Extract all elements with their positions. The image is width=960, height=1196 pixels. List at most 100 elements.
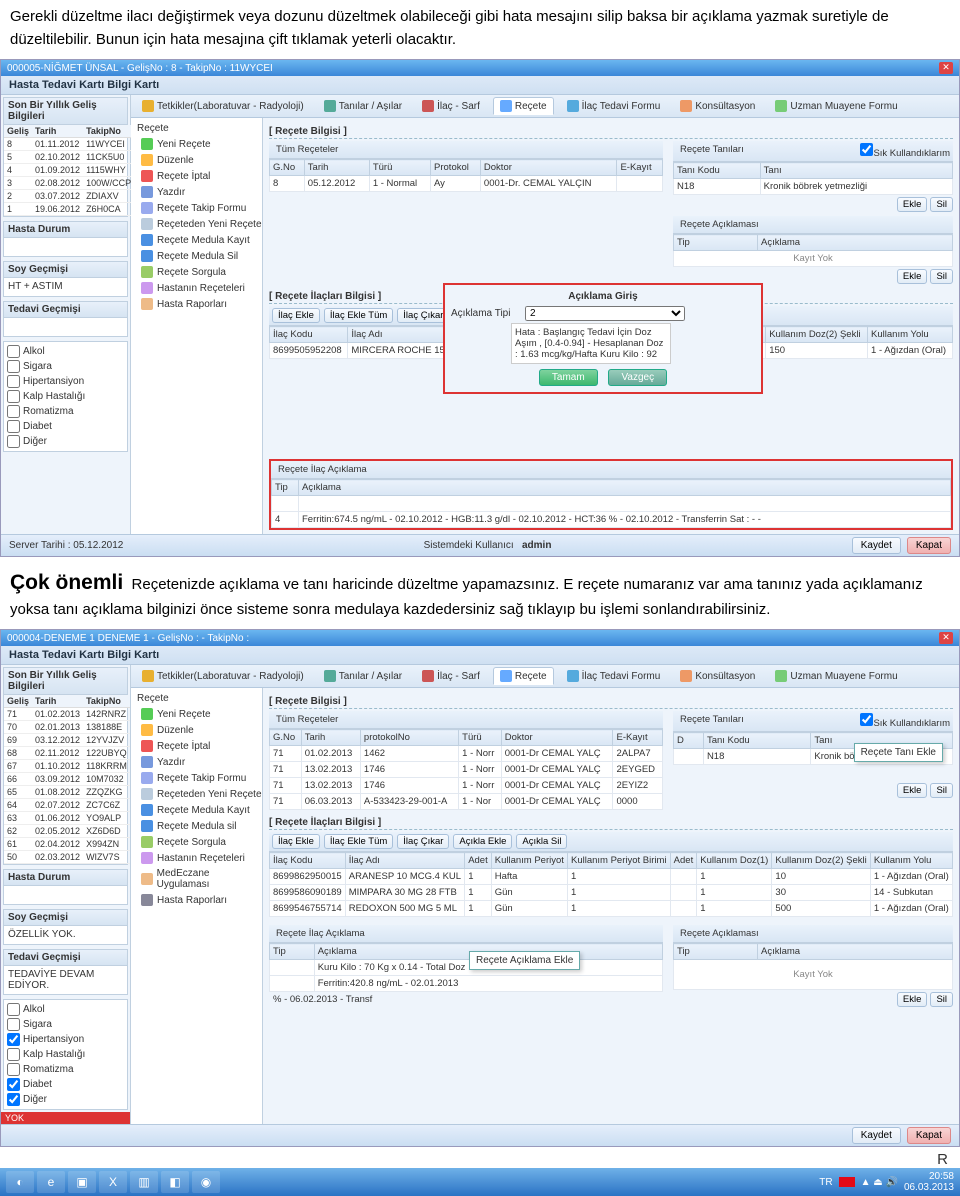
table-row[interactable]: 2Hata : Başlangıç Tedavi İçin Doz Aşım ,…: [272, 496, 951, 512]
table-row[interactable]: 6301.06.2012YO9ALP: [4, 812, 130, 825]
tree-item[interactable]: Reçete İptal: [141, 168, 262, 184]
excel-icon[interactable]: X: [99, 1171, 127, 1193]
toolbar-button[interactable]: İlaç Ekle: [272, 834, 320, 849]
table-row[interactable]: 6701.10.2012118KRRM: [4, 760, 130, 773]
archive-icon[interactable]: ▥: [130, 1171, 158, 1193]
table-row[interactable]: N18Kronik böbrek yetmezliği: [674, 179, 953, 195]
sil-button[interactable]: Sil: [930, 269, 953, 284]
risk-check-item[interactable]: Alkol: [7, 1002, 124, 1017]
ekle-button[interactable]: Ekle: [897, 269, 927, 284]
risk-check-item[interactable]: Sigara: [7, 359, 124, 374]
table-row[interactable]: 7002.01.2013138188E: [4, 721, 130, 734]
table-row[interactable]: 801.11.201211WYCEI: [4, 138, 134, 151]
sik-kullandiklarim-check[interactable]: Sık Kullandıklarım: [856, 713, 950, 729]
tab[interactable]: Tetkikler(Laboratuvar - Radyoloji): [135, 667, 311, 685]
ilac-grid[interactable]: İlaç Koduİlaç AdıAdetKullanım PeriyotKul…: [269, 852, 953, 917]
tree-item[interactable]: Reçete İptal: [141, 738, 262, 754]
table-row[interactable]: 6402.07.2012ZC7C6Z: [4, 799, 130, 812]
kapat-button[interactable]: Kapat: [907, 1127, 951, 1144]
tree-item[interactable]: Hastanın Reçeteleri: [141, 280, 262, 296]
risk-check-item[interactable]: Kalp Hastalığı: [7, 389, 124, 404]
sil-button[interactable]: Sil: [930, 992, 953, 1007]
tab[interactable]: İlaç - Sarf: [415, 667, 487, 685]
table-row[interactable]: 7106.03.2013A-533423-29-001-A1 - Nor0001…: [270, 794, 663, 810]
risk-checklist[interactable]: AlkolSigaraHipertansiyonKalp HastalığıRo…: [4, 1000, 127, 1109]
table-row[interactable]: Ferritin:420.8 ng/mL - 02.01.2013: [270, 976, 663, 992]
app-icon[interactable]: ◧: [161, 1171, 189, 1193]
risk-check-item[interactable]: Diabet: [7, 1077, 124, 1092]
close-icon[interactable]: ✕: [939, 632, 953, 644]
kaydet-button[interactable]: Kaydet: [852, 1127, 901, 1144]
risk-check-item[interactable]: Hipertansiyon: [7, 374, 124, 389]
table-row[interactable]: 6802.11.2012122UBYQ: [4, 747, 130, 760]
table-row[interactable]: 6501.08.2012ZZQZKG: [4, 786, 130, 799]
aciklama-tipi-select[interactable]: 2: [525, 306, 685, 321]
start-button[interactable]: ◐: [6, 1171, 34, 1193]
recete-ilac-aciklama-grid[interactable]: TipAçıklama 2Hata : Başlangıç Tedavi İçi…: [271, 479, 951, 528]
tree-item[interactable]: Reçete Takip Formu: [141, 200, 262, 216]
tree-item[interactable]: Düzenle: [141, 722, 262, 738]
tree-item[interactable]: MedEczane Uygulaması: [141, 866, 262, 892]
table-row[interactable]: 401.09.20121115WHY: [4, 164, 134, 177]
table-row[interactable]: 7113.02.201317461 - Norr0001-Dr CEMAL YA…: [270, 762, 663, 778]
toolbar-button[interactable]: İlaç Ekle: [272, 308, 320, 323]
sil-button[interactable]: Sil: [930, 783, 953, 798]
close-icon[interactable]: ✕: [939, 62, 953, 74]
risk-check-item[interactable]: Sigara: [7, 1017, 124, 1032]
toolbar-button[interactable]: İlaç Çıkar: [397, 834, 449, 849]
tree-item[interactable]: Yazdır: [141, 754, 262, 770]
table-row[interactable]: 6603.09.201210M7032: [4, 773, 130, 786]
table-row[interactable]: 7113.02.201317461 - Norr0001-Dr CEMAL YA…: [270, 778, 663, 794]
toolbar-button[interactable]: İlaç Ekle Tüm: [324, 834, 393, 849]
recete-aciklama-grid[interactable]: TipAçıklama Kayıt Yok: [673, 234, 953, 267]
tab[interactable]: Tetkikler(Laboratuvar - Radyoloji): [135, 97, 311, 115]
table-row[interactable]: 7101.02.201314621 - Norr0001-Dr CEMAL YA…: [270, 746, 663, 762]
tree-item[interactable]: Reçete Medula Sil: [141, 248, 262, 264]
folder-icon[interactable]: ▣: [68, 1171, 96, 1193]
lang-indicator[interactable]: TR: [819, 1177, 832, 1188]
picasa-icon[interactable]: ◉: [192, 1171, 220, 1193]
table-row[interactable]: 7101.02.2013142RNRZ: [4, 708, 130, 721]
tree-item[interactable]: Reçete Medula Kayıt: [141, 232, 262, 248]
tani-grid[interactable]: Tanı KoduTanı N18Kronik böbrek yetmezliğ…: [673, 162, 953, 195]
recete-ilac-aciklama-grid[interactable]: TipAçıklama Kuru Kilo : 70 Kg x 0.14 - T…: [269, 943, 663, 992]
tab[interactable]: Uzman Muayene Formu: [768, 97, 904, 115]
table-row[interactable]: Kuru Kilo : 70 Kg x 0.14 - Total Doz: [270, 960, 663, 976]
tree-item[interactable]: Reçete Takip Formu: [141, 770, 262, 786]
table-row[interactable]: 8699862950015ARANESP 10 MCG.4 KUL1Hafta1…: [270, 869, 953, 885]
table-row[interactable]: 502.10.201211CK5U0: [4, 151, 134, 164]
tree-item[interactable]: Yazdır: [141, 184, 262, 200]
table-row[interactable]: 119.06.2012Z6H0CA: [4, 203, 134, 216]
visits-table[interactable]: GelişTarihTakipNo 7101.02.2013142RNRZ700…: [4, 695, 130, 864]
rx-grid[interactable]: G.NoTarihprotokolNoTürüDoktorE-Kayıt 710…: [269, 729, 663, 810]
tree-item[interactable]: Yeni Reçete: [141, 706, 262, 722]
vazgec-button[interactable]: Vazgeç: [608, 369, 667, 386]
tree-item[interactable]: Yeni Reçete: [141, 136, 262, 152]
tree-item[interactable]: Düzenle: [141, 152, 262, 168]
risk-check-item[interactable]: Kalp Hastalığı: [7, 1047, 124, 1062]
tree-item[interactable]: Reçeteden Yeni Reçete: [141, 216, 262, 232]
tamam-button[interactable]: Tamam: [539, 369, 598, 386]
visits-table[interactable]: GelişTarihTakipNo 801.11.201211WYCEI502.…: [4, 125, 134, 216]
tab[interactable]: Reçete: [493, 667, 554, 685]
risk-check-item[interactable]: Romatizma: [7, 1062, 124, 1077]
tree-item[interactable]: Hasta Raporları: [141, 892, 262, 908]
table-row[interactable]: 8699586090189MIMPARA 30 MG 28 FTB1Gün113…: [270, 885, 953, 901]
tab[interactable]: İlaç Tedavi Formu: [560, 97, 668, 115]
ie-icon[interactable]: e: [37, 1171, 65, 1193]
tab[interactable]: Tanılar / Aşılar: [317, 667, 409, 685]
toolbar-button[interactable]: Açıkla Ekle: [453, 834, 512, 849]
risk-check-item[interactable]: Diğer: [7, 1092, 124, 1107]
sil-button[interactable]: Sil: [930, 197, 953, 212]
table-row[interactable]: 6202.05.2012XZ6D6D: [4, 825, 130, 838]
kaydet-button[interactable]: Kaydet: [852, 537, 901, 554]
tab[interactable]: Konsültasyon: [673, 667, 762, 685]
table-row[interactable]: 6903.12.201212YVJZV: [4, 734, 130, 747]
tree-item[interactable]: Reçete Sorgula: [141, 834, 262, 850]
table-row[interactable]: 203.07.2012ZDIAXV: [4, 190, 134, 203]
tab[interactable]: Uzman Muayene Formu: [768, 667, 904, 685]
tab[interactable]: İlaç - Sarf: [415, 97, 487, 115]
toolbar-button[interactable]: İlaç Ekle Tüm: [324, 308, 393, 323]
toolbar-button[interactable]: İlaç Çıkar: [397, 308, 449, 323]
risk-check-item[interactable]: Diğer: [7, 434, 124, 449]
